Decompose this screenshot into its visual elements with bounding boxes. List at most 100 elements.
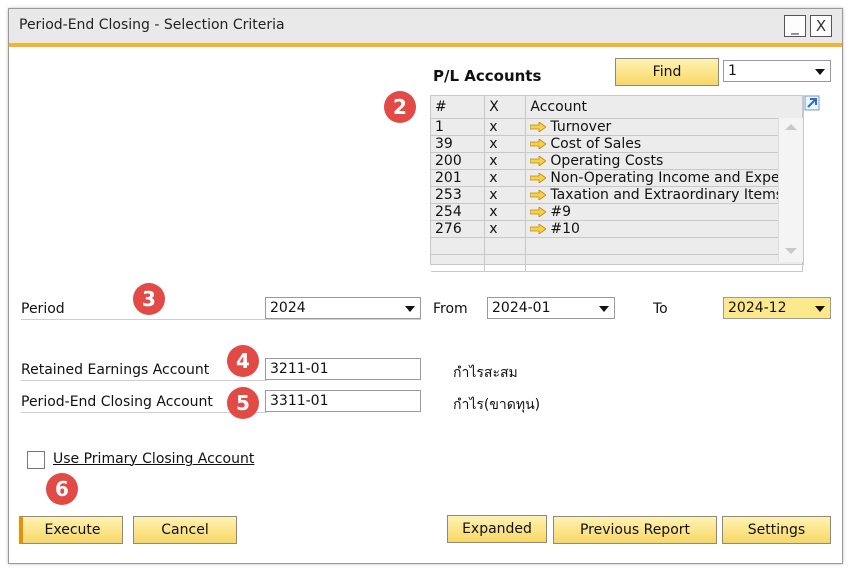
table-row[interactable]: 276 x #10 — [431, 220, 803, 238]
from-value: 2024-01 — [492, 300, 551, 316]
to-value: 2024-12 — [728, 300, 787, 316]
closing-account-label: Period-End Closing Account — [21, 394, 213, 410]
execute-button[interactable]: Execute — [19, 516, 123, 544]
cancel-button-label: Cancel — [161, 522, 209, 538]
chevron-down-icon — [405, 306, 415, 312]
pl-accounts-title: P/L Accounts — [433, 67, 542, 85]
to-label: To — [653, 301, 668, 317]
minimize-button[interactable]: _ — [784, 15, 806, 37]
period-end-closing-window: Period-End Closing - Selection Criteria … — [8, 8, 843, 564]
row-x[interactable]: x — [484, 152, 527, 170]
row-x[interactable]: x — [484, 169, 527, 187]
account-name: #9 — [550, 203, 572, 220]
grid-scrollbar[interactable] — [778, 118, 803, 262]
account-name: #10 — [550, 220, 580, 237]
retained-earnings-label: Retained Earnings Account — [21, 362, 210, 378]
closing-account-field[interactable]: 3311-01 — [265, 390, 421, 412]
chevron-down-icon — [815, 69, 825, 75]
account-name: Operating Costs — [550, 152, 664, 169]
row-account: Operating Costs — [525, 152, 803, 170]
row-number: 201 — [431, 169, 486, 187]
row-account: #9 — [525, 203, 803, 221]
retained-earnings-desc: กำไรสะสม — [453, 365, 518, 381]
use-primary-label[interactable]: Use Primary Closing Account — [53, 451, 254, 467]
expand-icon[interactable] — [804, 95, 820, 111]
period-select[interactable]: 2024 — [265, 297, 421, 319]
table-row[interactable]: 254 x #9 — [431, 203, 803, 221]
row-x[interactable]: x — [484, 186, 527, 204]
chevron-down-icon — [599, 306, 609, 312]
chevron-down-icon — [815, 306, 825, 312]
cancel-button[interactable]: Cancel — [133, 516, 237, 544]
retained-earnings-field[interactable]: 3211-01 — [265, 358, 421, 380]
step-badge-6: 6 — [46, 473, 78, 505]
grid-header-row: # X Account — [431, 96, 803, 119]
divider — [21, 380, 267, 381]
title-bar: Period-End Closing - Selection Criteria … — [9, 9, 842, 47]
period-label: Period — [21, 301, 65, 317]
column-header-x[interactable]: X — [484, 96, 527, 119]
find-button[interactable]: Find — [615, 58, 719, 86]
scroll-down-icon[interactable] — [785, 248, 797, 254]
row-account: Cost of Sales — [525, 135, 803, 153]
step-badge-5: 5 — [227, 387, 259, 419]
closing-account-desc: กำไร(ขาดทุน) — [453, 397, 541, 413]
row-number: 254 — [431, 203, 486, 221]
row-number: 1 — [431, 118, 486, 136]
link-arrow-icon[interactable] — [530, 155, 547, 166]
closing-account-value: 3311-01 — [270, 393, 329, 409]
account-name: Non-Operating Income and Expen — [550, 169, 789, 186]
row-number: 200 — [431, 152, 486, 170]
period-value: 2024 — [270, 300, 306, 316]
scroll-up-icon[interactable] — [785, 124, 797, 130]
column-header-number[interactable]: # — [431, 96, 486, 119]
retained-earnings-value: 3211-01 — [270, 361, 329, 377]
from-select[interactable]: 2024-01 — [487, 297, 615, 319]
find-select-value: 1 — [728, 63, 737, 79]
empty-row[interactable] — [431, 254, 803, 272]
table-row[interactable]: 253 x Taxation and Extraordinary Items — [431, 186, 803, 204]
find-button-label: Find — [652, 64, 682, 80]
table-row[interactable]: 201 x Non-Operating Income and Expen — [431, 169, 803, 187]
expanded-button-label: Expanded — [462, 521, 532, 537]
row-number: 39 — [431, 135, 486, 153]
table-row[interactable]: 39 x Cost of Sales — [431, 135, 803, 153]
row-account: Non-Operating Income and Expen — [525, 169, 803, 187]
row-account: Turnover — [525, 118, 803, 136]
settings-button-label: Settings — [747, 522, 806, 538]
step-badge-2: 2 — [384, 91, 416, 123]
row-account: #10 — [525, 220, 803, 238]
find-select[interactable]: 1 — [723, 60, 831, 82]
step-badge-4: 4 — [227, 345, 259, 377]
execute-button-label: Execute — [44, 522, 101, 538]
table-row[interactable]: 1 x Turnover — [431, 118, 803, 136]
expanded-button[interactable]: Expanded — [447, 515, 547, 543]
account-name: Turnover — [550, 118, 612, 135]
previous-report-button[interactable]: Previous Report — [553, 516, 717, 544]
row-x[interactable]: x — [484, 135, 527, 153]
window-title: Period-End Closing - Selection Criteria — [19, 17, 285, 33]
row-x[interactable]: x — [484, 203, 527, 221]
to-select[interactable]: 2024-12 — [723, 297, 831, 319]
settings-button[interactable]: Settings — [722, 516, 831, 544]
empty-row[interactable] — [431, 237, 803, 255]
close-button[interactable]: X — [810, 15, 832, 37]
link-arrow-icon[interactable] — [530, 223, 547, 234]
account-name: Taxation and Extraordinary Items — [550, 186, 784, 203]
link-arrow-icon[interactable] — [530, 189, 547, 200]
column-header-account[interactable]: Account — [525, 96, 803, 119]
row-x[interactable]: x — [484, 118, 527, 136]
link-arrow-icon[interactable] — [530, 206, 547, 217]
row-account: Taxation and Extraordinary Items — [525, 186, 803, 204]
link-arrow-icon[interactable] — [530, 138, 547, 149]
pl-accounts-grid: # X Account 1 x Turnover 39 x Cost of Sa… — [430, 95, 804, 272]
link-arrow-icon[interactable] — [530, 121, 547, 132]
use-primary-checkbox[interactable] — [27, 451, 45, 469]
row-x[interactable]: x — [484, 220, 527, 238]
link-arrow-icon[interactable] — [530, 172, 547, 183]
table-row[interactable]: 200 x Operating Costs — [431, 152, 803, 170]
row-number: 253 — [431, 186, 486, 204]
row-number: 276 — [431, 220, 486, 238]
divider — [21, 319, 421, 320]
account-name: Cost of Sales — [550, 135, 642, 152]
